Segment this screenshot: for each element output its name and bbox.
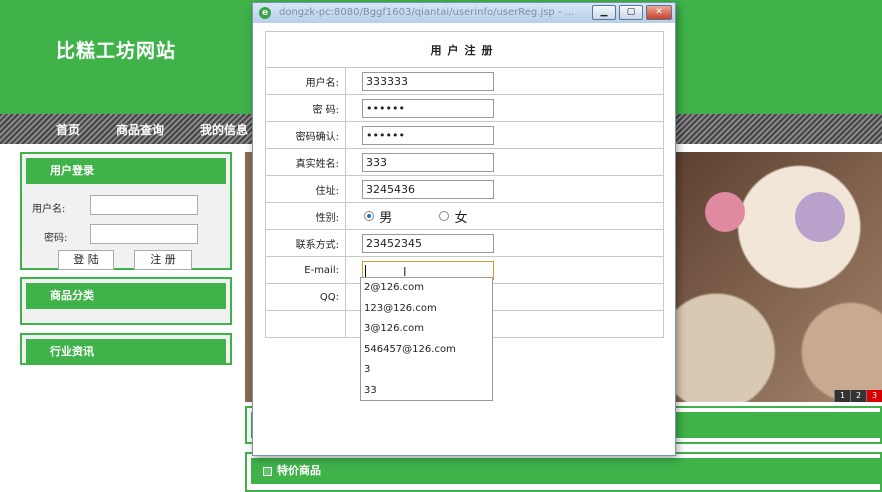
site-title: 比糕工坊网站 [56, 40, 177, 62]
contact-input[interactable]: 23452345 [362, 233, 494, 253]
email-autocomplete-dropdown: 2@126.com 123@126.com 3@126.com 546457@1… [360, 277, 493, 401]
login-username-label: 用户名: [32, 204, 66, 215]
special-products-title-bar: 特价商品 [251, 458, 880, 484]
flower-decoration [705, 192, 745, 232]
text-caret [365, 264, 366, 277]
autocomplete-option[interactable]: 123@126.com [361, 299, 492, 320]
popup-url: dongzk-pc:8080/Bggf1603/qiantai/userinfo… [279, 7, 575, 18]
login-button[interactable]: 登 陆 [58, 250, 114, 270]
password-confirm-input[interactable]: •••••• [362, 125, 494, 145]
empty-cell [265, 310, 346, 338]
address-input[interactable]: 3245436 [362, 179, 494, 199]
banner-page-1[interactable]: 1 [834, 390, 850, 402]
qq-label: QQ: [265, 283, 346, 311]
real-name-input[interactable]: 333 [362, 152, 494, 172]
close-icon[interactable]: ✕ [646, 5, 672, 20]
nav-item-home[interactable]: 首页 [56, 121, 80, 138]
gender-male-radio[interactable] [364, 211, 374, 221]
gender-female-radio[interactable] [439, 211, 450, 221]
login-password-input[interactable] [90, 224, 198, 244]
autocomplete-option[interactable]: 2@126.com [361, 278, 492, 299]
gender-label: 性别: [265, 202, 346, 230]
username-input[interactable]: 333333 [362, 71, 494, 91]
username-label: 用户名: [265, 67, 346, 95]
autocomplete-option[interactable]: 546457@126.com [361, 340, 492, 361]
register-button[interactable]: 注 册 [134, 250, 192, 270]
contact-label: 联系方式: [265, 229, 346, 257]
popup-title-bar[interactable]: e dongzk-pc:8080/Bggf1603/qiantai/userin… [253, 3, 675, 23]
minimize-icon[interactable]: ▁ [592, 5, 616, 20]
banner-page-3[interactable]: 3 [866, 390, 882, 402]
autocomplete-option[interactable]: 33 [361, 381, 492, 402]
email-label: E-mail: [265, 256, 346, 284]
maximize-icon[interactable]: ▢ [619, 5, 643, 20]
news-box: 行业资讯 [20, 333, 232, 365]
login-box: 用户登录 用户名: 密码: 登 陆 注 册 [20, 152, 232, 270]
banner-pager: 1 2 3 [834, 390, 882, 402]
login-box-title: 用户登录 [26, 158, 226, 184]
address-label: 住址: [265, 175, 346, 203]
banner-page-2[interactable]: 2 [850, 390, 866, 402]
browser-icon: e [259, 7, 271, 19]
autocomplete-option[interactable]: 3@126.com [361, 319, 492, 340]
special-products-title: 特价商品 [277, 464, 321, 477]
category-box: 商品分类 [20, 277, 232, 325]
news-box-title[interactable]: 行业资讯 [26, 339, 226, 365]
form-title: 用户注册 [265, 31, 664, 68]
gender-male-label: 男 [379, 210, 393, 226]
banner-image [675, 152, 882, 402]
password-label: 密 码: [265, 94, 346, 122]
category-box-title[interactable]: 商品分类 [26, 283, 226, 309]
password-input[interactable]: •••••• [362, 98, 494, 118]
autocomplete-option[interactable]: 3 [361, 360, 492, 381]
square-bullet-icon [263, 467, 272, 476]
nav-item-my-info[interactable]: 我的信息 [200, 121, 248, 138]
special-products-section: 特价商品 [245, 452, 882, 492]
real-name-label: 真实姓名: [265, 148, 346, 176]
gender-female-label: 女 [454, 210, 468, 226]
login-username-input[interactable] [90, 195, 198, 215]
flower-decoration [795, 192, 845, 242]
page: 比糕工坊网站 首页 商品查询 我的信息 用户登录 用户名: 密码: 登 陆 注 … [0, 0, 882, 492]
login-password-label: 密码: [44, 233, 68, 244]
password-confirm-label: 密码确认: [265, 121, 346, 149]
nav-item-product-search[interactable]: 商品查询 [116, 121, 164, 138]
